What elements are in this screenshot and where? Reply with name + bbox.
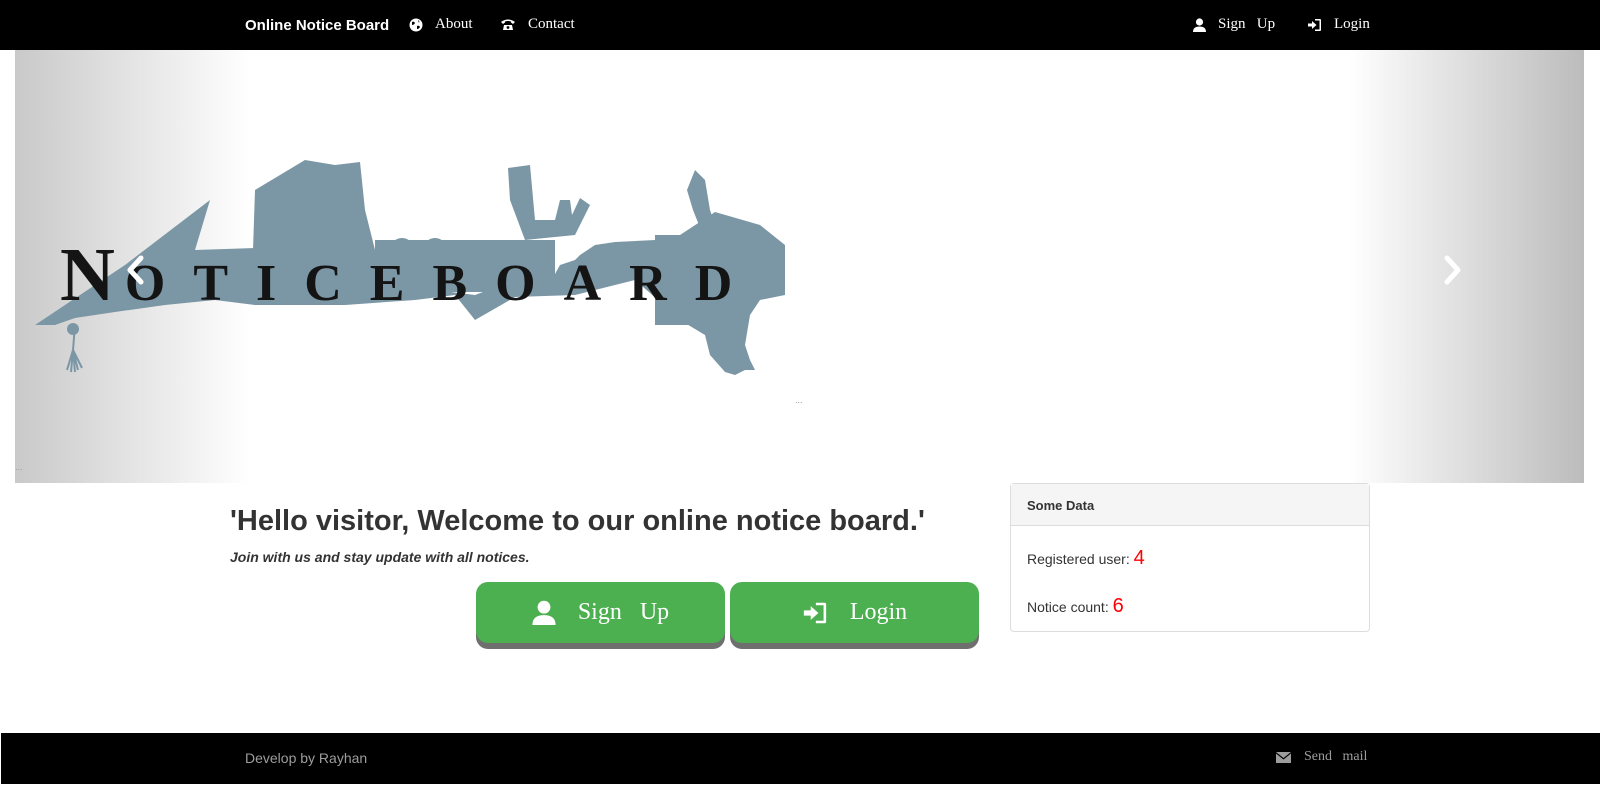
user-icon: [1193, 17, 1206, 32]
welcome-heading: 'Hello visitor, Welcome to our online no…: [230, 505, 925, 537]
send-mail-label: Send mail: [1304, 749, 1368, 764]
carousel-prev-button[interactable]: [115, 250, 155, 290]
nav-login-label: Login: [1334, 16, 1370, 32]
hero-carousel: NOTICEBOARD ... ...: [15, 50, 1584, 483]
chevron-right-icon: [1444, 255, 1461, 285]
nav-signup-label: Sign Up: [1218, 16, 1276, 32]
nav-login-link[interactable]: Login: [1307, 16, 1370, 33]
notice-count-value: 6: [1112, 595, 1124, 617]
nav-contact-link[interactable]: Contact: [500, 16, 575, 33]
panel-heading: Some Data: [1011, 484, 1369, 526]
registered-user-count: 4: [1133, 547, 1145, 569]
footer-credit: Develop by Rayhan: [245, 750, 368, 766]
carousel-next-button[interactable]: [1433, 250, 1473, 290]
chevron-left-icon: [127, 255, 144, 285]
image-mark: ...: [795, 395, 803, 405]
stats-panel: Some Data Registered user: 4 Notice coun…: [1010, 483, 1370, 632]
noticeboard-logo-text: NOTICEBOARD: [60, 232, 760, 319]
login-button-label: Login: [849, 599, 908, 625]
globe-icon: [409, 18, 423, 31]
registered-user-label: Registered user:: [1027, 551, 1130, 567]
notice-count-label: Notice count:: [1027, 599, 1109, 615]
top-navbar: Online Notice Board About Contact Sign U…: [0, 0, 1600, 50]
corner-mark: ...: [15, 462, 23, 472]
logo-rest-letters: OTICEBOARD: [124, 255, 761, 312]
send-mail-link[interactable]: Send mail: [1276, 749, 1367, 765]
page-footer: Develop by Rayhan Send mail: [1, 733, 1600, 784]
nav-about-label: About: [435, 16, 473, 32]
login-button[interactable]: Login: [730, 582, 979, 643]
envelope-icon: [1276, 751, 1291, 763]
log-in-icon: [1308, 18, 1321, 31]
signup-button[interactable]: Sign Up: [476, 582, 725, 643]
log-in-icon: [803, 602, 826, 623]
nav-signup-link[interactable]: Sign Up: [1193, 16, 1275, 33]
nav-about-link[interactable]: About: [409, 16, 473, 33]
nav-contact-label: Contact: [528, 16, 575, 32]
user-icon: [532, 600, 556, 625]
registered-user-row: Registered user: 4: [1027, 547, 1145, 570]
notice-count-row: Notice count: 6: [1027, 595, 1124, 618]
signup-button-label: Sign Up: [577, 599, 670, 625]
brand-link[interactable]: Online Notice Board: [245, 17, 389, 34]
welcome-subtitle: Join with us and stay update with all no…: [230, 549, 530, 565]
phone-icon: [501, 19, 515, 30]
